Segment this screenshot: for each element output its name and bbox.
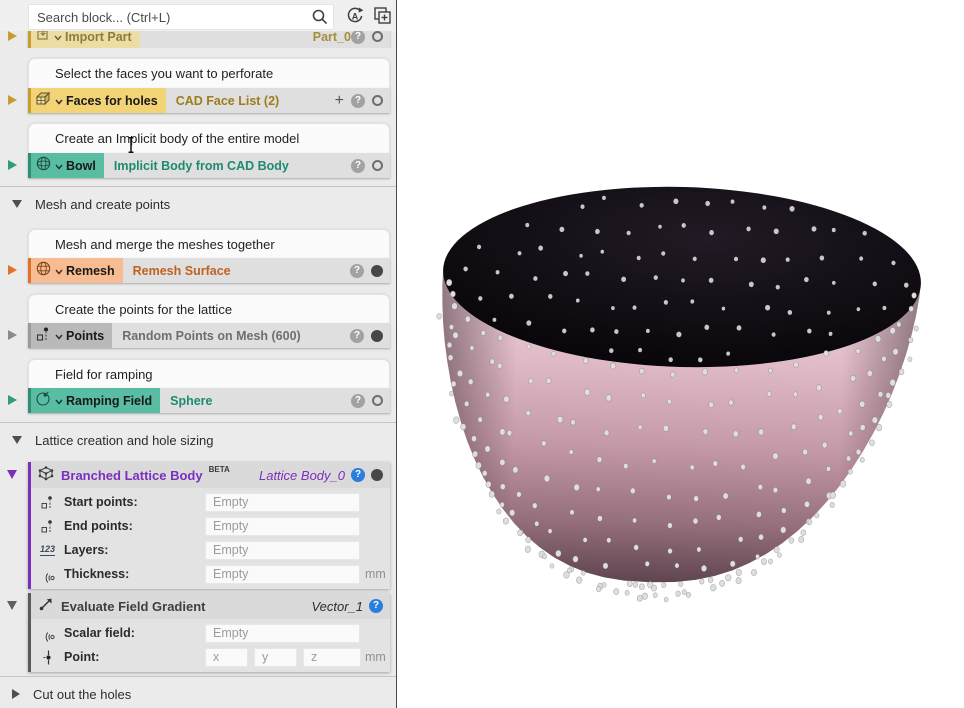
ntop-window: A Import Part Part_0 ? xyxy=(0,0,964,708)
viewport-3d[interactable] xyxy=(397,0,964,708)
bowl-3d-render xyxy=(0,0,964,708)
